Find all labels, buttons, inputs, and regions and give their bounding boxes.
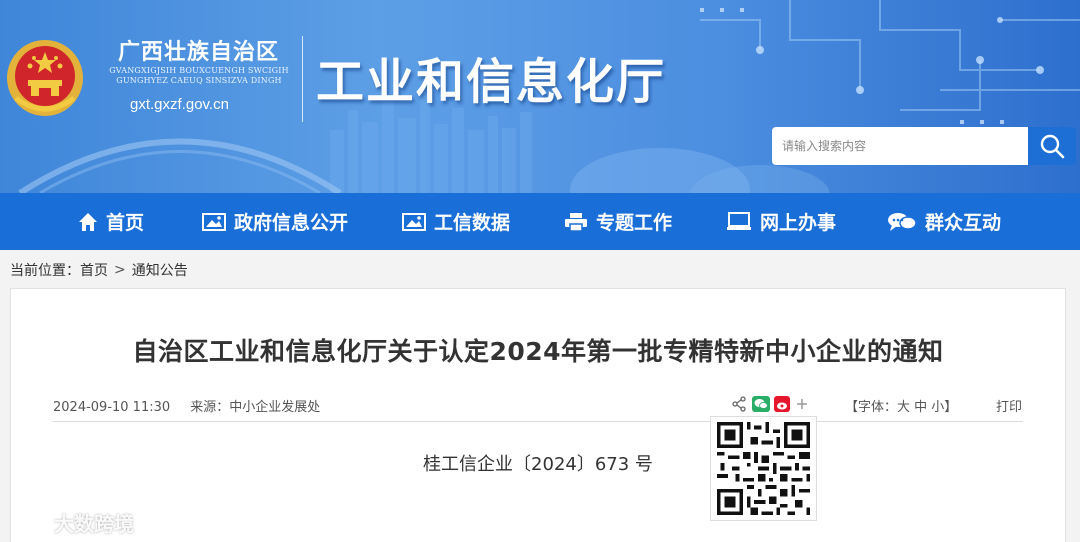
qr-code-icon [717,422,810,515]
image-icon [402,212,426,232]
nav-item-topics[interactable]: 专题工作 [564,193,672,250]
plus-icon[interactable] [796,396,808,415]
publish-date: 2024-09-10 11:30 [53,400,171,415]
wechat-icon[interactable] [752,396,770,416]
site-header: 广西壮族自治区 GVANGXIGJSIH BOUXCUENGH SWCIGIH … [0,0,1080,193]
department-name: 工业和信息化厅 [316,54,667,110]
nav-item-gov-info[interactable]: 政府信息公开 [202,193,348,250]
search-button[interactable] [1028,127,1076,165]
article-meta: 2024-09-10 11:30 来源：中小企业发展处 [53,396,336,415]
breadcrumb-prefix: 当前位置： [10,263,80,279]
chat-icon [887,211,917,233]
header-divider [302,36,303,122]
nav-label: 工信数据 [434,212,511,234]
site-roman-name: GVANGXIGJSIH BOUXCUENGH SWCIGIH GUNGHYEZ… [108,66,290,86]
home-icon [78,212,98,232]
print-button[interactable]: 打印 [996,396,1022,415]
article-card [10,288,1066,542]
share-icon[interactable] [732,396,746,416]
search-icon [1040,134,1065,159]
printer-icon [564,212,588,232]
nav-item-interaction[interactable]: 群众互动 [887,193,1001,250]
nav-label: 群众互动 [925,212,1002,234]
weibo-icon[interactable] [774,396,790,416]
breadcrumb-separator: > [114,262,126,278]
site-name: 广西壮族自治区 [118,40,280,65]
nav-label: 专题工作 [596,212,673,234]
breadcrumb: 当前位置： 首页 > 通知公告 [10,260,188,280]
watermark-logo-icon [12,512,50,529]
font-size-control[interactable]: 【字体：大 中 小】 [845,396,957,415]
site-roman-line2: GUNGHYEZ CAEUQ SINSIZVA DINGH [116,76,282,85]
site-roman-line1: GVANGXIGJSIH BOUXCUENGH SWCIGIH [109,66,289,75]
site-domain: gxt.gxzf.gov.cn [130,96,229,113]
image-icon [202,212,226,232]
article-source: 来源：中小企业发展处 [190,400,321,415]
nav-label: 首页 [106,212,145,234]
watermark: 大数跨境 [10,508,134,537]
qr-code [710,416,817,521]
article-title: 自治区工业和信息化厅关于认定2024年第一批专精特新中小企业的通知 [132,337,944,366]
nav-label: 网上办事 [760,212,837,234]
national-emblem-icon [7,40,83,116]
document-number: 桂工信企业〔2024〕673 号 [423,454,653,475]
breadcrumb-home-link[interactable]: 首页 [80,260,108,280]
search-input[interactable] [772,127,1028,165]
nav-item-home[interactable]: 首页 [78,193,144,250]
nav-item-data[interactable]: 工信数据 [402,193,510,250]
main-nav: 首页 政府信息公开 工信数据 专题工作 网上办事 群众互动 [0,193,1080,250]
watermark-text: 大数跨境 [54,512,134,536]
monitor-icon [726,211,752,232]
meta-divider [53,421,1023,422]
nav-label: 政府信息公开 [234,212,349,234]
nav-item-online-service[interactable]: 网上办事 [726,193,836,250]
breadcrumb-notices-link[interactable]: 通知公告 [132,260,188,280]
